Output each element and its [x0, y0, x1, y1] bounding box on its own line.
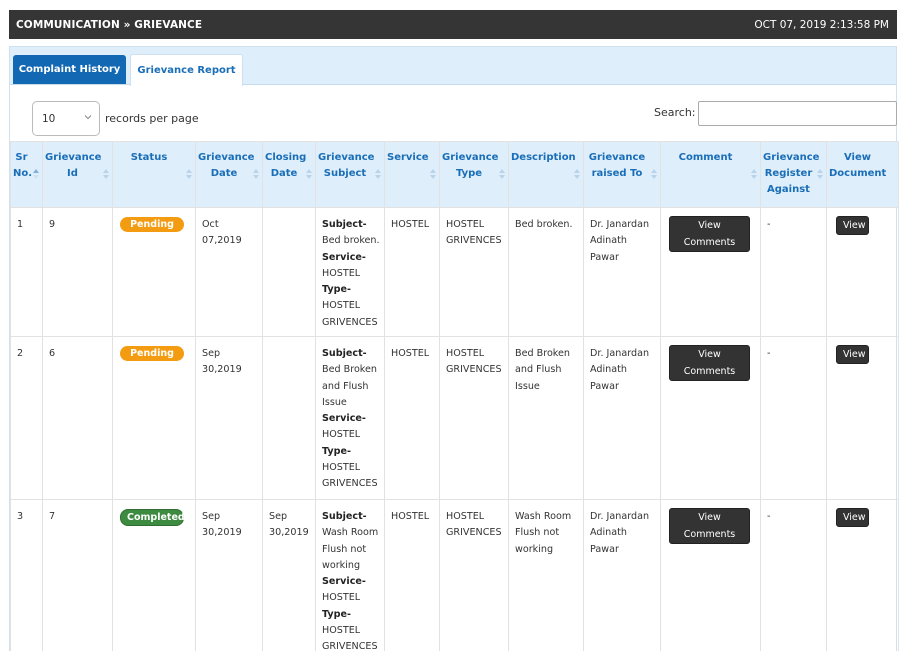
cell-sr: 2 [10, 336, 43, 500]
sort-icon [186, 169, 192, 179]
col-grievance-date[interactable]: Grievance Date [195, 141, 263, 208]
sort-icon [253, 169, 259, 179]
cell-against: - [760, 499, 827, 651]
page-length-value: 10 [42, 112, 56, 125]
status-badge: Pending [120, 346, 184, 361]
col-grievance-type[interactable]: Grievance Type [439, 141, 509, 208]
tab-grievance-report[interactable]: Grievance Report [130, 54, 243, 86]
sort-icon [574, 169, 580, 179]
cell-raised-to: Dr. Janardan Adinath Pawar [583, 336, 661, 500]
col-grievance-subject[interactable]: Grievance Subject [315, 141, 385, 208]
table-row: 1 9 Pending Oct 07,2019 Subject- Bed brok… [10, 207, 899, 337]
sort-icon [375, 169, 381, 179]
col-comment[interactable]: Comment [660, 141, 761, 208]
view-comments-button[interactable]: View Comments [669, 345, 750, 381]
tab-complaint-history[interactable]: Complaint History [13, 55, 126, 84]
table-row: 3 7 Completed Sep 30,2019 Sep 30,2019 Su… [10, 499, 899, 651]
cell-service: HOSTEL [384, 499, 440, 651]
cell-document: View [826, 336, 899, 500]
sort-asc-icon [33, 169, 39, 179]
col-status[interactable]: Status [112, 141, 196, 208]
cell-status: Pending [112, 336, 196, 500]
cell-service: HOSTEL [384, 207, 440, 337]
cell-description: Bed Broken and Flush Issue [508, 336, 584, 500]
cell-description: Bed broken. [508, 207, 584, 337]
cell-document: View [826, 499, 899, 651]
cell-sr: 3 [10, 499, 43, 651]
view-comments-button[interactable]: View Comments [669, 508, 750, 544]
col-register-against[interactable]: Grievance Register Against [760, 141, 827, 208]
table-header-row: Sr No. Grievance Id Status Grievance Dat… [10, 141, 899, 208]
col-raised-to[interactable]: Grievance raised To [583, 141, 661, 208]
current-datetime: OCT 07, 2019 2:13:58 PM [754, 18, 889, 31]
cell-comment: View Comments [660, 336, 761, 500]
cell-closing [262, 207, 316, 337]
status-badge: Pending [120, 217, 184, 232]
col-sr-no[interactable]: Sr No. [10, 141, 43, 208]
cell-closing [262, 336, 316, 500]
col-closing-date[interactable]: Closing Date [262, 141, 316, 208]
cell-date: Oct 07,2019 [195, 207, 263, 337]
breadcrumb: COMMUNICATION » GRIEVANCE [16, 18, 203, 31]
cell-against: - [760, 207, 827, 337]
col-grievance-id[interactable]: Grievance Id [42, 141, 113, 208]
cell-subject: Subject- Bed broken. Service- HOSTEL Type- HO… [315, 207, 385, 337]
cell-id: 7 [42, 499, 113, 651]
cell-id: 6 [42, 336, 113, 500]
cell-against: - [760, 336, 827, 500]
sort-icon [651, 169, 657, 179]
cell-raised-to: Dr. Janardan Adinath Pawar [583, 207, 661, 337]
cell-type: HOSTEL GRIVENCES [439, 499, 509, 651]
cell-subject: Subject- Wash Room Flush not working Servi… [315, 499, 385, 651]
cell-type: HOSTEL GRIVENCES [439, 336, 509, 500]
cell-status: Pending [112, 207, 196, 337]
status-badge: Completed [120, 509, 185, 526]
sort-icon [817, 169, 823, 179]
cell-type: HOSTEL GRIVENCES [439, 207, 509, 337]
sort-icon [103, 169, 109, 179]
cell-service: HOSTEL [384, 336, 440, 500]
cell-comment: View Comments [660, 499, 761, 651]
cell-date: Sep 30,2019 [195, 336, 263, 500]
header-bar: COMMUNICATION » GRIEVANCE OCT 07, 2019 2… [9, 10, 897, 39]
view-document-button[interactable]: View [836, 345, 869, 364]
col-description[interactable]: Description [508, 141, 584, 208]
view-comments-button[interactable]: View Comments [669, 216, 750, 252]
cell-closing: Sep 30,2019 [262, 499, 316, 651]
cell-subject: Subject- Bed Broken and Flush Issue Servic… [315, 336, 385, 500]
records-per-page-label: records per page [105, 112, 199, 125]
col-view-document[interactable]: View Document [826, 141, 899, 208]
tab-strip: Complaint History Grievance Report [10, 46, 896, 86]
cell-date: Sep 30,2019 [195, 499, 263, 651]
cell-status: Completed [112, 499, 196, 651]
view-document-button[interactable]: View [836, 216, 869, 235]
grievance-table: Sr No. Grievance Id Status Grievance Dat… [10, 141, 899, 651]
sort-icon [751, 169, 757, 179]
cell-raised-to: Dr. Janardan Adinath Pawar [583, 499, 661, 651]
sort-icon [499, 169, 505, 179]
sort-icon [430, 169, 436, 179]
cell-sr: 1 [10, 207, 43, 337]
view-document-button[interactable]: View [836, 508, 869, 527]
chevron-down-icon [84, 115, 92, 120]
page-length-select[interactable]: 10 [32, 101, 100, 136]
cell-id: 9 [42, 207, 113, 337]
sort-icon [306, 169, 312, 179]
grievance-panel: Complaint History Grievance Report 10 re… [9, 46, 899, 651]
table-row: 2 6 Pending Sep 30,2019 Subject- Bed Brok… [10, 336, 899, 500]
search-label: Search: [654, 106, 696, 119]
cell-comment: View Comments [660, 207, 761, 337]
search-input[interactable] [698, 101, 897, 126]
cell-document: View [826, 207, 899, 337]
cell-description: Wash Room Flush not working [508, 499, 584, 651]
col-service[interactable]: Service [384, 141, 440, 208]
